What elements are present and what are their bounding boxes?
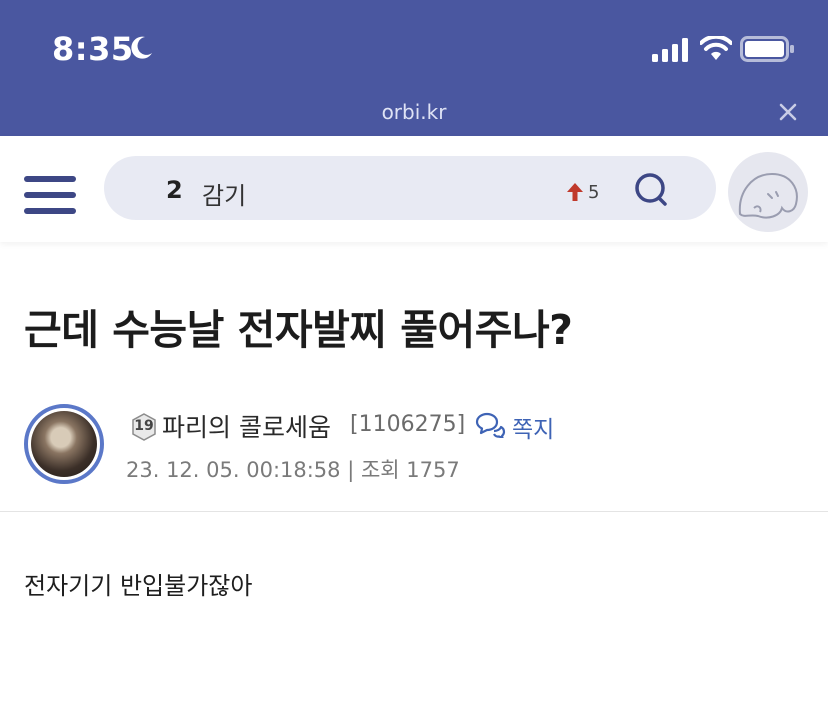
battery-icon <box>740 36 794 62</box>
trending-keyword[interactable]: 감기 <box>202 176 246 211</box>
author-avatar-image <box>31 411 97 477</box>
author-name[interactable]: 파리의 콜로세움 <box>162 408 331 444</box>
avatar-illustration <box>738 172 798 219</box>
search-bar[interactable]: 2 감기 5 <box>104 156 716 220</box>
site-nav-bar: 2 감기 5 <box>0 136 828 242</box>
search-icon[interactable] <box>632 170 672 210</box>
signal-icon <box>652 38 688 62</box>
moon-icon <box>131 36 152 59</box>
author-level: 19 <box>134 418 154 434</box>
divider <box>0 511 828 512</box>
post-meta: 23. 12. 05. 00:18:58 | 조회 1757 <box>126 458 460 482</box>
message-button[interactable]: 쪽지 <box>512 410 554 444</box>
trending-change: 5 <box>588 182 600 203</box>
wifi-icon <box>700 36 732 60</box>
author-avatar[interactable] <box>24 404 104 484</box>
author-id: [1106275] <box>350 412 466 437</box>
url-text[interactable]: orbi.kr <box>0 100 828 124</box>
trend-up-arrow-icon <box>567 183 583 201</box>
message-icon[interactable] <box>474 412 506 438</box>
profile-avatar[interactable] <box>728 152 808 232</box>
status-bar: 8:35 orbi.kr <box>0 0 828 136</box>
post-title: 근데 수능날 전자발찌 풀어주나? <box>24 306 573 354</box>
trending-rank: 2 <box>166 176 183 204</box>
post-body: 전자기기 반입불가잖아 <box>24 572 253 600</box>
status-time: 8:35 <box>52 30 134 68</box>
close-icon[interactable] <box>776 100 800 124</box>
menu-icon[interactable] <box>24 176 76 214</box>
